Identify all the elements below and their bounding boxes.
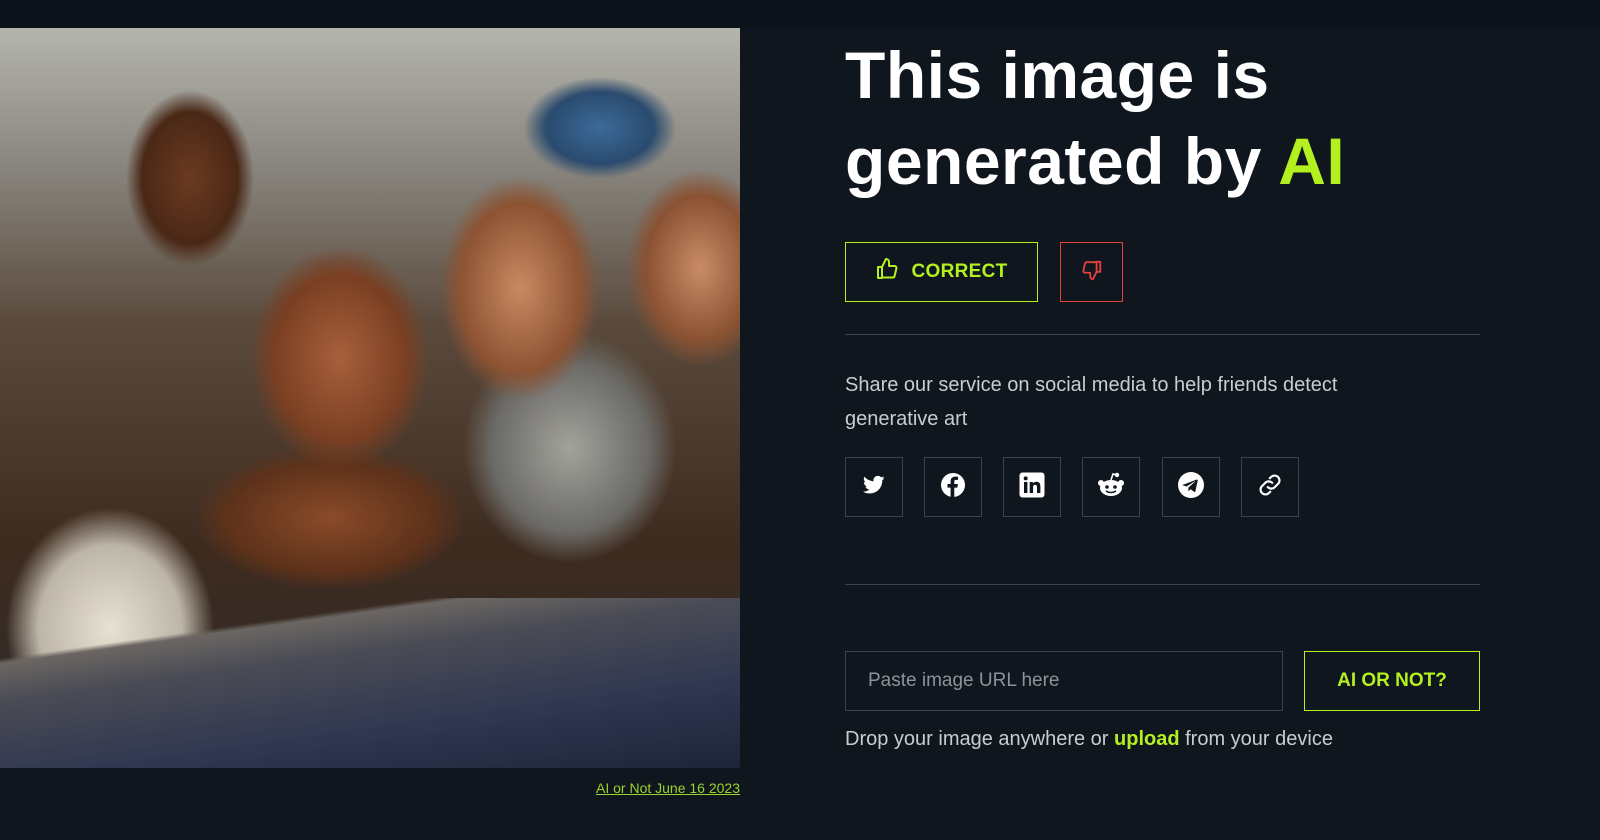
- result-headline: This image is generated by AI: [845, 32, 1545, 204]
- top-bar: [0, 0, 1600, 28]
- thumbs-up-icon: [875, 257, 899, 287]
- link-icon: [1257, 472, 1283, 503]
- linkedin-icon: [1019, 472, 1045, 503]
- drop-suffix: from your device: [1179, 728, 1333, 750]
- facebook-button[interactable]: [924, 457, 982, 517]
- twitter-button[interactable]: [845, 457, 903, 517]
- divider-top: [845, 334, 1480, 335]
- incorrect-button[interactable]: [1060, 242, 1123, 302]
- facebook-icon: [940, 472, 966, 503]
- share-text: Share our service on social media to hel…: [845, 374, 1338, 430]
- thumbs-down-icon: [1081, 259, 1103, 286]
- image-url-input[interactable]: [845, 651, 1283, 711]
- headline-text: This image is generated by: [845, 38, 1279, 198]
- telegram-button[interactable]: [1162, 457, 1220, 517]
- correct-label: CORRECT: [911, 261, 1008, 282]
- drop-instructions: Drop your image anywhere or upload from …: [845, 726, 1495, 752]
- analyzed-photo: [0, 28, 740, 768]
- image-credit-link[interactable]: AI or Not June 16 2023: [560, 780, 740, 796]
- copy-link-button[interactable]: [1241, 457, 1299, 517]
- drop-prefix: Drop your image anywhere or: [845, 728, 1115, 750]
- divider-bottom: [845, 584, 1480, 585]
- linkedin-button[interactable]: [1003, 457, 1061, 517]
- reddit-icon: [1096, 472, 1126, 503]
- upload-link[interactable]: upload: [1114, 728, 1180, 750]
- reddit-button[interactable]: [1082, 457, 1140, 517]
- photo-bench: [0, 598, 740, 768]
- correct-button[interactable]: CORRECT: [845, 242, 1038, 302]
- telegram-icon: [1177, 471, 1205, 504]
- headline-ai-highlight: AI: [1278, 124, 1346, 198]
- ai-or-not-button[interactable]: AI OR NOT?: [1304, 651, 1480, 711]
- twitter-icon: [862, 475, 885, 500]
